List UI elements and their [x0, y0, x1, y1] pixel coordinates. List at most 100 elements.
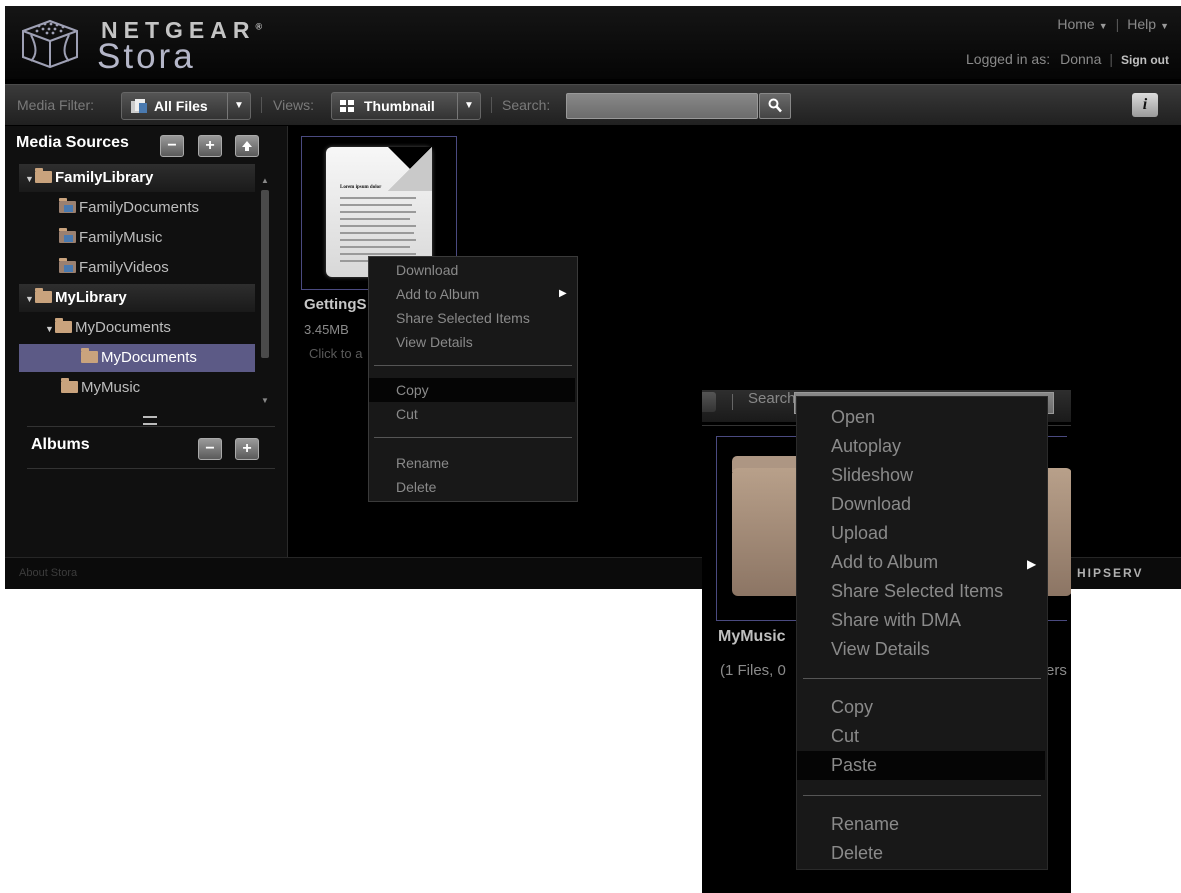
registered-mark: ® [255, 21, 263, 32]
media-filter-chevron-down-icon[interactable]: ▼ [227, 93, 250, 119]
search-button[interactable] [759, 93, 791, 119]
menu-item-share-selected-items[interactable]: Share Selected Items [797, 577, 1047, 606]
folder-icon [61, 378, 78, 393]
media-filter-label: Media Filter: [17, 97, 95, 113]
help-caret-icon[interactable]: ▼ [1160, 21, 1169, 31]
expand-triangle-icon[interactable]: ▼ [25, 285, 35, 313]
doc-preview-title: Lorem ipsum dolor [340, 185, 382, 190]
section-divider [27, 468, 275, 469]
search-icon [768, 98, 782, 113]
logged-in-label: Logged in as: [966, 51, 1051, 67]
tree-item-label: FamilyMusic [79, 229, 163, 246]
top-links: Home ▼ | Help ▼ [1057, 16, 1169, 32]
menu-item-download[interactable]: Download [369, 258, 577, 282]
scroll-down-icon[interactable]: ▼ [261, 396, 269, 405]
hipserv-brand: HIPSERV [1077, 566, 1144, 580]
login-status: Logged in as: Donna | Sign out [966, 51, 1169, 67]
folder-icon [35, 288, 52, 303]
menu-item-cut[interactable]: Cut [369, 402, 577, 426]
tree-item-familyvideos[interactable]: FamilyVideos [19, 254, 255, 282]
upload-source-button[interactable] [235, 135, 259, 157]
netgear-stora-logo[interactable]: NETGEAR® Stora [17, 13, 262, 74]
views-value: Thumbnail [364, 98, 435, 114]
menu-item-delete[interactable]: Delete [797, 839, 1047, 868]
menu-item-paste[interactable]: Paste [797, 751, 1045, 780]
expand-triangle-icon[interactable]: ▼ [25, 165, 35, 193]
home-link[interactable]: Home [1057, 16, 1094, 32]
tree-item-familylibrary[interactable]: ▼ FamilyLibrary [19, 164, 255, 192]
menu-item-copy[interactable]: Copy [797, 693, 1047, 722]
tree-item-familymusic[interactable]: FamilyMusic [19, 224, 255, 252]
section-divider [27, 426, 275, 427]
tree-item-mydocuments[interactable]: ▼ MyDocuments [19, 314, 255, 342]
menu-separator [374, 437, 572, 438]
menu-item-share-with-dma[interactable]: Share with DMA [797, 606, 1047, 635]
menu-item-add-to-album[interactable]: Add to Album [797, 548, 1047, 577]
panel-resize-grip[interactable] [143, 416, 157, 425]
remove-source-button[interactable]: − [160, 135, 184, 157]
menu-item-rename[interactable]: Rename [797, 810, 1047, 839]
remove-album-button[interactable]: − [198, 438, 222, 460]
tree-scrollbar[interactable]: ▲ ▼ [261, 176, 269, 408]
tree-item-mymusic[interactable]: MyMusic [19, 374, 255, 402]
inset-dropdown-edge[interactable] [702, 392, 716, 412]
files-icon [131, 99, 147, 113]
file-hint: Click to a [309, 346, 363, 361]
menu-separator [803, 795, 1041, 796]
logged-in-user: Donna [1060, 51, 1102, 67]
tree-item-familydocuments[interactable]: FamilyDocuments [19, 194, 255, 222]
file-name[interactable]: GettingS [304, 296, 367, 313]
tree-item-label: MyDocuments [75, 319, 171, 336]
menu-item-view-details[interactable]: View Details [369, 330, 577, 354]
folder-icon [35, 168, 52, 183]
menu-item-upload[interactable]: Upload [797, 519, 1047, 548]
home-caret-icon[interactable]: ▼ [1099, 21, 1108, 31]
menu-item-add-to-album[interactable]: Add to Album [369, 282, 577, 306]
inset-folder-meta: (1 Files, 0 [720, 662, 786, 679]
tree-item-label: MyMusic [81, 379, 141, 396]
add-source-button[interactable]: + [198, 135, 222, 157]
media-filter-dropdown[interactable]: All Files ▼ [121, 92, 251, 120]
add-album-button[interactable]: + [235, 438, 259, 460]
tree-item-mydocuments-selected[interactable]: MyDocuments [19, 344, 255, 372]
inset-search-label: Search: [748, 390, 800, 407]
menu-item-rename[interactable]: Rename [369, 451, 577, 475]
library-folder-icon [59, 258, 76, 273]
expand-triangle-icon[interactable]: ▼ [45, 315, 55, 343]
home-menu[interactable]: Home ▼ [1057, 16, 1107, 32]
filter-toolbar: Media Filter: All Files ▼ Views: Thumbna… [5, 84, 1181, 125]
top-links-divider: | [1115, 16, 1120, 32]
menu-item-open[interactable]: Open [797, 403, 1047, 432]
menu-item-autoplay[interactable]: Autoplay [797, 432, 1047, 461]
media-filter-value: All Files [154, 98, 208, 114]
file-size: 3.45MB [304, 322, 349, 337]
menu-item-view-details[interactable]: View Details [797, 635, 1047, 664]
menu-item-copy[interactable]: Copy [369, 378, 575, 402]
folder-icon [55, 318, 72, 333]
inset-folder-name[interactable]: MyMusic [718, 628, 786, 646]
scroll-up-icon[interactable]: ▲ [261, 176, 269, 185]
search-input[interactable] [566, 93, 758, 119]
about-stora-link[interactable]: About Stora [19, 567, 77, 579]
tree-item-label: FamilyLibrary [55, 169, 154, 186]
views-chevron-down-icon[interactable]: ▼ [457, 93, 480, 119]
menu-item-cut[interactable]: Cut [797, 722, 1047, 751]
help-menu[interactable]: Help ▼ [1127, 16, 1169, 32]
tree-item-mylibrary[interactable]: ▼ MyLibrary [19, 284, 255, 312]
scrollbar-thumb[interactable] [261, 190, 269, 358]
menu-item-share-selected-items[interactable]: Share Selected Items [369, 306, 577, 330]
app-header: NETGEAR® Stora Home ▼ | Help ▼ Logged in as:… [5, 6, 1181, 79]
inset-folder-meta-tail: ers [1046, 662, 1067, 679]
sign-out-link[interactable]: Sign out [1121, 53, 1169, 67]
menu-item-slideshow[interactable]: Slideshow [797, 461, 1047, 490]
folder-context-menu: Open Autoplay Slideshow Download Upload … [796, 396, 1048, 870]
info-button[interactable]: i [1132, 93, 1158, 117]
menu-item-delete[interactable]: Delete [369, 475, 577, 499]
help-link[interactable]: Help [1127, 16, 1156, 32]
albums-title: Albums [31, 436, 90, 453]
tree-item-label: FamilyDocuments [79, 199, 200, 216]
menu-item-download[interactable]: Download [797, 490, 1047, 519]
views-dropdown[interactable]: Thumbnail ▼ [331, 92, 481, 120]
up-arrow-icon [242, 141, 252, 151]
menu-separator [374, 365, 572, 366]
